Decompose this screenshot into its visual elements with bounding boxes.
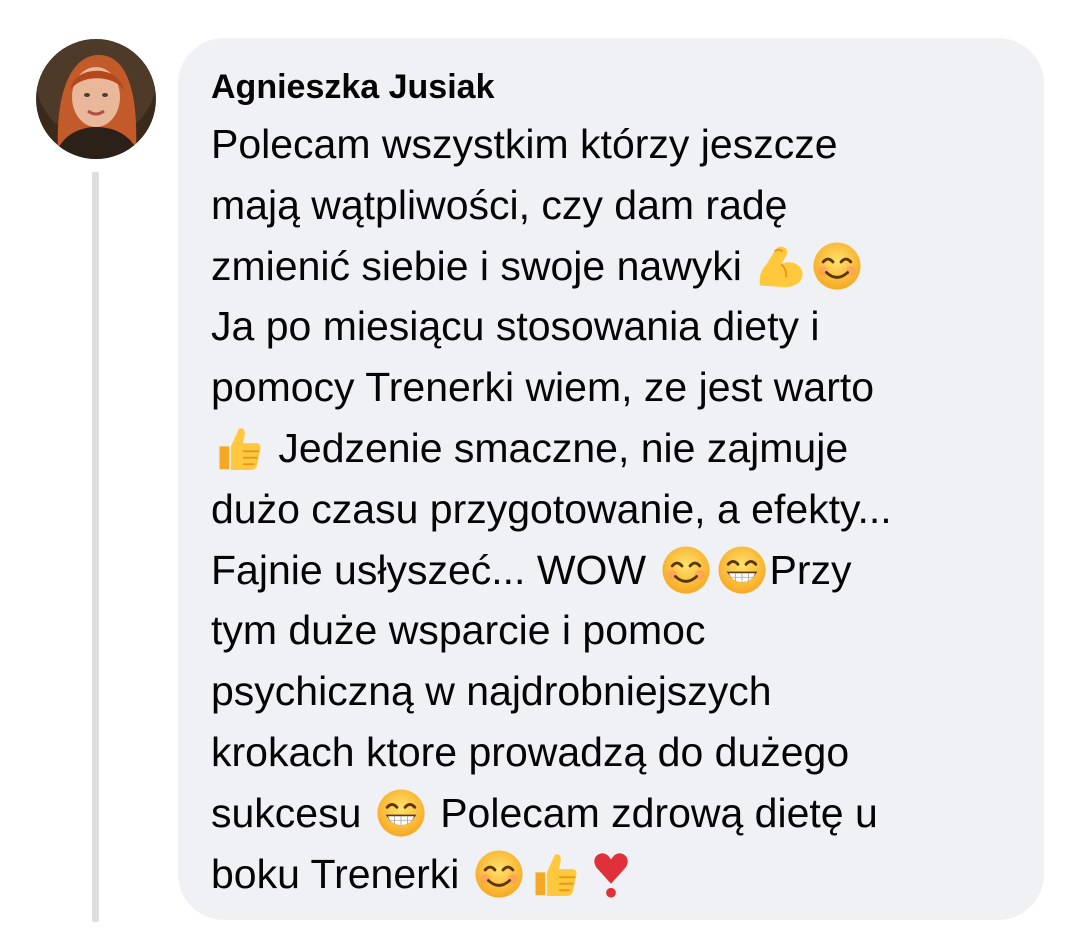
smiling-face-emoji (473, 848, 525, 900)
comment-text-segment: dużo czasu przygotowanie, a efekty... (211, 485, 892, 532)
comment-text-segment: Jedzenie smaczne, nie zajmuje (267, 424, 849, 471)
comment-author[interactable]: Agnieszka Jusiak (211, 66, 1044, 114)
thumbs-up-emoji (529, 848, 581, 900)
comment-line: sukcesu Polecam zdrową dietę u (211, 783, 1044, 844)
comment-line: Ja po miesiącu stosowania diety i (211, 296, 1044, 357)
comment-line: Fajnie usłyszeć... WOW Przy (211, 540, 1044, 601)
comment-text-segment: Fajnie usłyszeć... WOW (211, 546, 658, 593)
comment-text-segment: sukcesu (211, 789, 373, 836)
comment-line: tym duże wsparcie i pomoc (211, 600, 1044, 661)
comment-text-segment: boku Trenerki (211, 850, 471, 897)
comment-text-segment: Przy (769, 546, 852, 593)
comment-text-segment: tym duże wsparcie i pomoc (211, 607, 706, 654)
flexed-biceps-emoji (755, 240, 807, 292)
comment-thread: Agnieszka Jusiak Polecam wszystkim którz… (0, 0, 1080, 937)
grinning-face-emoji (375, 787, 427, 839)
comment-line: Polecam wszystkim którzy jeszcze (211, 114, 1044, 175)
smiling-face-emoji (660, 544, 712, 596)
reply-thread-line (92, 172, 99, 922)
comment-line: krokach ktore prowadzą do dużego (211, 722, 1044, 783)
comment-text-segment: mają wątpliwości, czy dam radę (211, 181, 788, 228)
comment-text-segment: pomocy Trenerki wiem, ze jest warto (211, 364, 875, 411)
comment-line: zmienić siebie i swoje nawyki (211, 236, 1044, 297)
comment-line: Jedzenie smaczne, nie zajmuje (211, 418, 1044, 479)
thumbs-up-emoji (213, 422, 265, 474)
comment-line: boku Trenerki (211, 844, 1044, 905)
comment-line: pomocy Trenerki wiem, ze jest warto (211, 357, 1044, 418)
comment-text-segment: Ja po miesiącu stosowania diety i (211, 303, 820, 350)
comment-text-segment: psychiczną w najdrobniejszych (211, 668, 772, 715)
comment-line: mają wątpliwości, czy dam radę (211, 175, 1044, 236)
comment-text-segment: krokach ktore prowadzą do dużego (211, 728, 850, 775)
comment-text-segment: Polecam zdrową dietę u (428, 789, 878, 836)
smiling-face-emoji (811, 240, 863, 292)
comment-bubble[interactable]: Agnieszka Jusiak Polecam wszystkim którz… (178, 38, 1044, 920)
comment-text-segment: Polecam wszystkim którzy jeszcze (211, 121, 838, 167)
comment-text: Polecam wszystkim którzy jeszcze mają wąt… (211, 114, 1044, 904)
heart-exclamation-emoji (585, 848, 637, 900)
avatar[interactable] (36, 39, 156, 159)
comment-line: dużo czasu przygotowanie, a efekty... (211, 479, 1044, 540)
comment-line: psychiczną w najdrobniejszych (211, 661, 1044, 722)
grinning-face-emoji (716, 544, 768, 596)
comment-text-segment: zmienić siebie i swoje nawyki (211, 242, 754, 289)
